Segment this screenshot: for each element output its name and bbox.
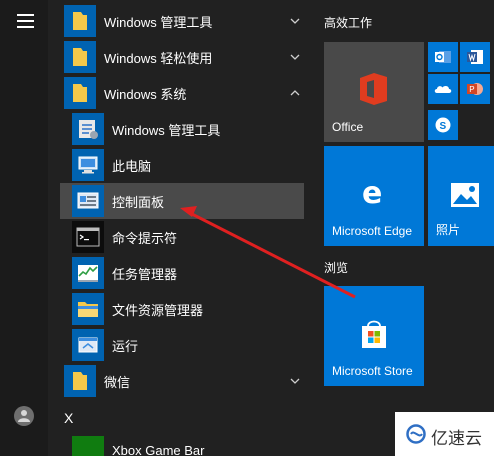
- svg-text:P: P: [469, 85, 474, 94]
- tile-office[interactable]: Office: [324, 42, 424, 142]
- list-item-command-prompt[interactable]: 命令提示符: [48, 219, 313, 255]
- list-item-task-manager[interactable]: 任务管理器: [48, 255, 313, 291]
- outlook-icon: [435, 51, 451, 63]
- this-pc-icon: [72, 149, 104, 181]
- folder-icon: [64, 5, 96, 37]
- tile-group-title-browse[interactable]: 浏览: [324, 259, 348, 276]
- list-item-file-explorer[interactable]: 文件资源管理器: [48, 291, 313, 327]
- store-bag-icon: [362, 320, 386, 348]
- list-item-folder-expanded[interactable]: Windows 系统: [48, 75, 313, 111]
- edge-icon: e: [362, 178, 382, 208]
- list-item-label: Xbox Game Bar: [112, 443, 205, 456]
- tile-edge[interactable]: e Microsoft Edge: [324, 146, 424, 246]
- chevron-down-icon[interactable]: [289, 375, 301, 387]
- list-item-admin-tools[interactable]: Windows 管理工具: [48, 111, 313, 147]
- onedrive-icon: [434, 85, 452, 93]
- office-icon: [360, 73, 387, 105]
- chevron-down-icon[interactable]: [289, 15, 301, 27]
- chevron-down-icon[interactable]: [289, 51, 301, 63]
- list-item-this-pc[interactable]: 此电脑: [48, 147, 313, 183]
- list-item-label: Windows 轻松使用: [104, 51, 213, 66]
- list-item-label: 任务管理器: [112, 267, 178, 282]
- chevron-up-icon[interactable]: [289, 87, 301, 99]
- tile-skype[interactable]: S: [428, 110, 458, 140]
- list-item-folder[interactable]: 微信: [48, 363, 313, 399]
- word-icon: [467, 50, 483, 64]
- list-item-label: Windows 系统: [104, 87, 187, 102]
- user-avatar-icon[interactable]: [14, 406, 34, 426]
- file-explorer-icon: [72, 293, 104, 325]
- folder-icon: [64, 365, 96, 397]
- group-letter-header[interactable]: X: [64, 410, 73, 426]
- xbox-icon: [72, 436, 104, 456]
- tile-label: Microsoft Edge: [332, 224, 413, 238]
- tile-microsoft-store[interactable]: Microsoft Store: [324, 286, 424, 386]
- tile-word[interactable]: [460, 42, 490, 72]
- tile-outlook[interactable]: [428, 42, 458, 72]
- app-list: Windows 管理工具 Windows 轻松使用 Windows 系统 Win: [48, 0, 313, 456]
- folder-icon: [64, 77, 96, 109]
- list-item-label: 命令提示符: [112, 231, 178, 246]
- admin-tools-icon: [72, 113, 104, 145]
- watermark-logo-icon: [406, 424, 426, 444]
- list-item-label: 运行: [112, 339, 139, 354]
- control-panel-icon: [72, 185, 104, 217]
- list-item-control-panel[interactable]: 控制面板: [60, 183, 304, 219]
- folder-icon: [64, 41, 96, 73]
- run-icon: [72, 329, 104, 361]
- svg-text:e: e: [362, 178, 382, 208]
- list-item-run[interactable]: 运行: [48, 327, 313, 363]
- photos-icon: [451, 183, 479, 207]
- list-item-label: 此电脑: [112, 159, 152, 174]
- task-manager-icon: [72, 257, 104, 289]
- list-item-label: 控制面板: [112, 195, 165, 210]
- tile-powerpoint[interactable]: P: [460, 74, 490, 104]
- tile-label: 照片: [436, 223, 461, 237]
- powerpoint-icon: P: [467, 83, 483, 95]
- list-item-label: Windows 管理工具: [104, 15, 213, 30]
- tile-group-title-productivity[interactable]: 高效工作: [324, 14, 372, 31]
- command-prompt-icon: [72, 221, 104, 253]
- tile-area: 高效工作 Office P S e Microsoft Edge 照片 浏览 M…: [313, 0, 494, 456]
- list-item-folder[interactable]: Windows 管理工具: [48, 3, 313, 39]
- list-item-folder[interactable]: Windows 轻松使用: [48, 39, 313, 75]
- tile-onedrive[interactable]: [428, 74, 458, 104]
- list-item-label: Windows 管理工具: [112, 123, 221, 138]
- tile-photos[interactable]: 照片: [428, 146, 494, 246]
- svg-text:S: S: [440, 121, 447, 132]
- list-item-xbox-game-bar[interactable]: Xbox Game Bar: [48, 434, 313, 456]
- hamburger-menu-icon[interactable]: [17, 14, 34, 28]
- tile-label: Office: [332, 120, 364, 134]
- watermark: 亿速云: [395, 412, 494, 456]
- watermark-text: 亿速云: [431, 429, 482, 449]
- start-rail: [0, 0, 48, 456]
- list-item-label: 文件资源管理器: [112, 303, 204, 318]
- skype-icon: S: [435, 117, 451, 133]
- list-item-label: 微信: [104, 375, 131, 390]
- tile-label: Microsoft Store: [332, 364, 413, 378]
